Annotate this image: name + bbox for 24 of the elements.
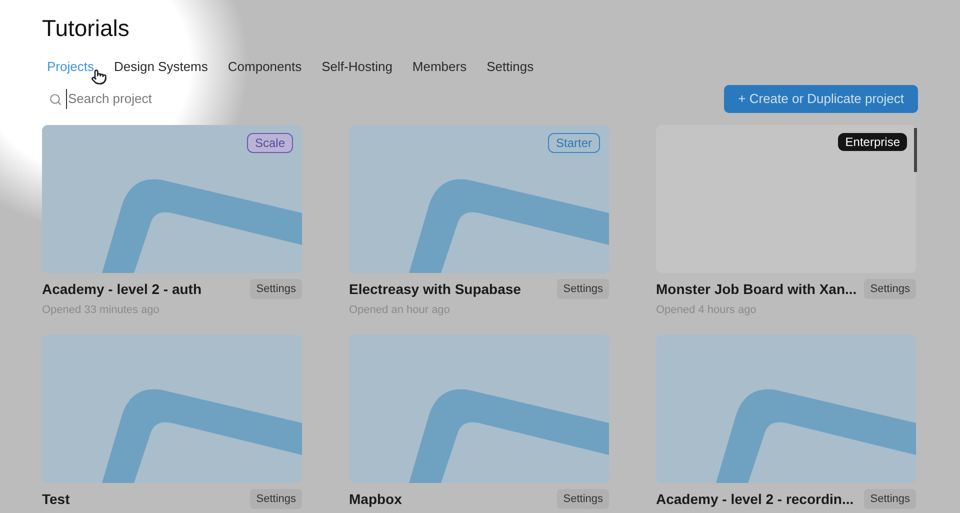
tab[interactable]: Design Systems: [114, 58, 208, 76]
settings-button[interactable]: Settings: [250, 488, 302, 510]
settings-button[interactable]: Settings: [864, 488, 916, 510]
tab[interactable]: Settings: [486, 58, 534, 76]
settings-button[interactable]: Settings: [250, 278, 302, 300]
project-name[interactable]: Monster Job Board with Xan...: [656, 278, 857, 300]
settings-button[interactable]: Settings: [557, 278, 609, 300]
project-name[interactable]: Academy - level 2 - recordin...: [656, 488, 854, 510]
plan-badge: Enterprise: [838, 133, 907, 151]
settings-button[interactable]: Settings: [864, 278, 916, 300]
project-name[interactable]: Electreasy with Supabase: [349, 278, 521, 300]
plan-badge: Starter: [548, 133, 600, 153]
project-name[interactable]: Test: [42, 488, 70, 510]
tab[interactable]: Members: [412, 58, 467, 76]
plan-badge: Scale: [246, 133, 293, 153]
scrollbar-thumb[interactable]: [914, 128, 917, 172]
page-title: Tutorials: [42, 14, 130, 42]
project-name[interactable]: Academy - level 2 - auth: [42, 278, 202, 300]
settings-button[interactable]: Settings: [557, 488, 609, 510]
search-icon: [49, 92, 62, 106]
search-field[interactable]: Search project: [66, 89, 226, 109]
tab[interactable]: Components: [228, 58, 302, 76]
project-name[interactable]: Mapbox: [349, 488, 402, 510]
tab[interactable]: Self-Hosting: [322, 58, 392, 76]
